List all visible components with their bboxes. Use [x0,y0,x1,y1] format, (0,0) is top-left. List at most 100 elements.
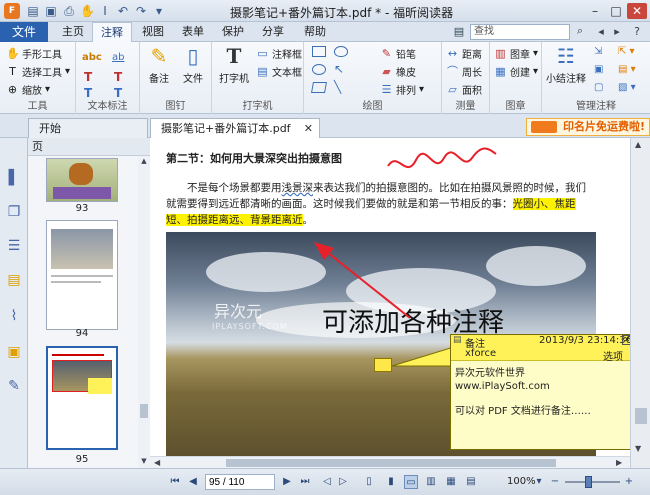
summarize-comments-button[interactable]: ☷ 小结注释 [544,44,588,85]
file-menu[interactable]: 文件 [0,22,48,42]
save-icon[interactable]: ▣ [44,4,58,18]
scroll-down-icon[interactable]: ▼ [140,456,148,466]
undo-icon[interactable]: ↶ [116,4,130,18]
page-scroll-thumb[interactable] [635,408,647,424]
oval-icon[interactable] [312,64,326,75]
find-options-icon[interactable]: ▤ [452,25,466,39]
prev-page-icon[interactable]: ◀ [186,475,200,489]
line-icon[interactable]: ╲ [334,80,341,94]
polygon-icon[interactable] [311,82,327,93]
cloud-icon[interactable] [334,46,348,57]
next-view-icon[interactable]: ▷ [336,475,350,489]
thumbnail-scrollbar[interactable]: ▲ ▼ [138,156,150,468]
tab-start[interactable]: 开始 [28,118,148,138]
select-icon[interactable]: I [98,4,112,18]
prev-result-icon[interactable]: ◂ [594,25,608,39]
document-page[interactable]: 第二节：如何用大景深突出拍摄意图 不是每个场景都要用浅景深来表达我们的拍摄意图的… [150,138,630,468]
single-page-view-icon[interactable]: ▯ [362,475,376,489]
search-icon[interactable]: ⌕ [572,24,588,40]
first-page-icon[interactable]: ⏮ [168,475,182,489]
previous-view-icon[interactable]: ◁ [320,475,334,489]
zoom-out-icon[interactable]: − [548,475,562,489]
scroll-up-icon[interactable]: ▲ [140,156,148,166]
highlight-tool[interactable]: abc [82,52,102,63]
open-folder-icon[interactable]: ▤ [26,4,40,18]
underline-tool[interactable]: ab [112,52,124,63]
tab-help[interactable]: 帮助 [298,22,332,42]
page-thumbnail-94[interactable] [46,220,118,330]
typewriter-button[interactable]: T 打字机 [214,44,254,85]
callout-button[interactable]: ▭ 注释框 [256,46,302,61]
continuous-facing-icon[interactable]: ▥ [424,475,438,489]
hand-tool-button[interactable]: ✋ 手形工具 [6,46,62,61]
fit-page-icon[interactable]: ▦ [444,475,458,489]
hide-comments-icon[interactable]: ▧ ▾ [618,82,636,93]
select-tool-button[interactable]: T 选择工具 ▾ [6,64,70,79]
underlined-text[interactable]: 浅景深 [282,182,314,194]
zoom-slider-knob[interactable] [585,476,592,488]
pencil-button[interactable]: ✎ 铅笔 [380,46,416,61]
redo-icon[interactable]: ↷ [134,4,148,18]
area-button[interactable]: ▱ 面积 [446,82,482,97]
next-result-icon[interactable]: ▸ [610,25,624,39]
stamp-button[interactable]: ▥ 图章 ▾ [494,46,538,61]
page-scrollbar[interactable]: ▲ ▼ [630,138,650,468]
red-arrow-annotation[interactable] [300,234,420,324]
note-close-button[interactable]: ✕ [622,335,630,345]
scroll-left-icon[interactable]: ◀ [154,457,160,468]
hand-icon[interactable]: ✋ [80,4,95,18]
minimize-button[interactable]: – [585,3,605,19]
perimeter-button[interactable]: ⌒ 周长 [446,64,482,79]
comment-list-icon[interactable]: ▤ ▾ [618,64,636,75]
flatten-icon[interactable]: ▣ [594,64,603,75]
note-options-button[interactable]: 选项 [603,348,623,363]
eraser-button[interactable]: ▰ 橡皮 [380,64,416,79]
close-tab-icon[interactable]: ✕ [304,119,313,138]
rectangle-icon[interactable] [312,46,326,57]
customize-dropdown-icon[interactable]: ▾ [152,4,166,18]
page-thumbnail-93[interactable] [46,158,118,202]
page-thumbnail-95[interactable] [46,346,118,450]
close-button[interactable]: ✕ [627,3,647,19]
tab-home[interactable]: 主页 [56,22,90,42]
arrange-button[interactable]: ☰ 排列 ▾ [380,82,424,97]
maximize-button[interactable]: □ [606,3,626,19]
promo-banner[interactable]: 印名片免运费啦! [526,118,650,136]
search-input[interactable]: 查找 [470,24,570,40]
next-page-icon[interactable]: ▶ [280,475,294,489]
tab-comment[interactable]: 注释 [92,22,132,43]
security-lock-icon[interactable]: ▣ [6,344,22,360]
note-popup[interactable]: ▤ 备注 2013/9/3 23:14:36 ✕ xforce 选项 异次元软件… [450,334,630,450]
layers-icon[interactable]: ☰ [6,238,22,254]
zoom-slider-track[interactable] [565,481,620,483]
page-number-input[interactable] [205,474,275,490]
note-button[interactable]: ✎ 备注 [140,44,178,85]
textbox-button[interactable]: ▤ 文本框 [256,64,302,79]
page-scroll-up-icon[interactable]: ▲ [635,140,641,149]
last-page-icon[interactable]: ⏭ [298,475,312,489]
print-icon[interactable]: ⎙ [62,4,76,18]
signature-icon[interactable]: ✎ [6,378,22,394]
tab-share[interactable]: 分享 [256,22,290,42]
distance-button[interactable]: ↔ 距离 [446,46,482,61]
page-scroll-down-icon[interactable]: ▼ [635,444,641,453]
strikeout-tool[interactable]: T [84,70,92,84]
tab-view[interactable]: 视图 [136,22,170,42]
thumbnail-scroll-thumb[interactable] [140,404,148,418]
file-attach-button[interactable]: ▯ 文件 [174,44,212,85]
zoom-in-icon[interactable]: + [622,475,636,489]
arrow-icon[interactable]: ↖ [334,62,344,76]
show-comments-icon[interactable]: ▢ [594,82,603,93]
import-comments-icon[interactable]: ⇲ [594,46,602,57]
horizontal-scrollbar[interactable]: ◀ ▶ [150,456,630,468]
zoom-dropdown-icon[interactable]: ▾ [532,475,546,489]
continuous-view-icon[interactable]: ▮ [384,475,398,489]
note-text-area[interactable]: 异次元软件世界 www.iPlaySoft.com 可以对 PDF 文档进行备注… [451,361,630,424]
bookmark-icon[interactable]: ▌ [6,170,22,186]
zoom-tool-button[interactable]: ⊕ 缩放 ▾ [6,82,50,97]
horizontal-scroll-thumb[interactable] [226,459,556,467]
attachment-icon[interactable]: ⌇ [6,308,22,324]
export-comments-icon[interactable]: ⇱ ▾ [618,46,635,57]
scroll-right-icon[interactable]: ▶ [616,457,622,468]
fit-width-icon[interactable]: ▤ [464,475,478,489]
